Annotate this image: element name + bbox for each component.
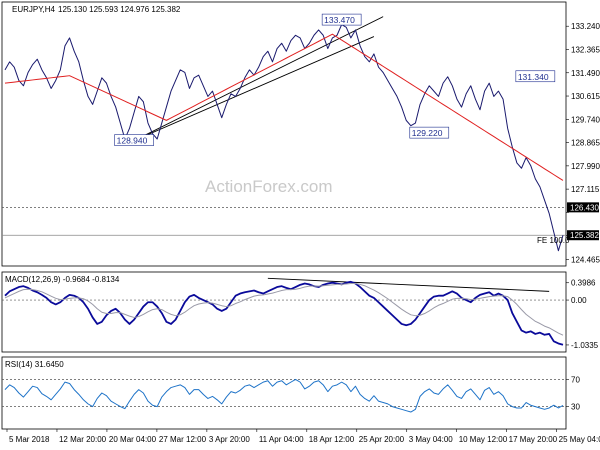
y-tick-label-0-3: 130.615 <box>571 92 600 101</box>
x-tick-label-6: 18 Apr 12:00 <box>309 435 355 444</box>
y-tick-label-0-10: 124.465 <box>571 256 600 265</box>
annotation-label-3: 131.340 <box>518 72 549 82</box>
y-tick-label-1-2: -1.0335 <box>571 341 599 350</box>
y-tick-label-0-6: 127.990 <box>571 162 600 171</box>
y-tick-label-2-1: 30 <box>571 403 580 412</box>
x-tick-label-10: 17 May 20:00 <box>509 435 558 444</box>
watermark-text: ActionForex.com <box>205 177 333 196</box>
x-tick-label-1: 12 Mar 20:00 <box>59 435 107 444</box>
annotation-label-1: 128.940 <box>117 136 148 146</box>
y-tick-label-0-0: 133.240 <box>571 22 600 31</box>
x-tick-label-3: 27 Mar 12:00 <box>159 435 207 444</box>
macd-header: MACD(12,26,9) -0.9684 -0.8134 <box>5 275 120 284</box>
annotation-label-2: 129.220 <box>412 128 443 138</box>
x-tick-label-0: 5 Mar 2018 <box>9 435 50 444</box>
annotation-label-4: FE 100.0 <box>537 236 570 245</box>
chart-svg: ActionForex.com 126.430 125.382 133.240 132… <box>1 1 600 444</box>
x-tick-label-11: 25 May 04:00 <box>559 435 600 444</box>
rsi-header: RSI(14) 31.6450 <box>5 360 64 369</box>
x-tick-label-7: 25 Apr 20:00 <box>359 435 405 444</box>
price-panel-frame <box>1 1 567 267</box>
x-tick-label-8: 3 May 04:00 <box>409 435 454 444</box>
y-tick-label-0-2: 131.490 <box>571 69 600 78</box>
y-tick-label-1-0: 0.3986 <box>571 279 596 288</box>
price-box-label-0: 126.430 <box>570 203 599 212</box>
y-tick-label-0-4: 129.740 <box>571 115 600 124</box>
y-tick-label-0-5: 128.865 <box>571 139 600 148</box>
y-tick-label-0-7: 127.115 <box>571 185 600 194</box>
x-tick-label-4: 3 Apr 20:00 <box>209 435 250 444</box>
y-tick-label-0-1: 132.365 <box>571 45 600 54</box>
price-header-symbol: EURJPY,H4 <box>12 5 56 14</box>
price-box-label-1: 125.382 <box>570 231 599 240</box>
y-tick-label-2-0: 70 <box>571 375 580 384</box>
x-tick-label-5: 11 Apr 04:00 <box>259 435 304 444</box>
rsi-panel-frame <box>1 356 567 430</box>
price-header-values: 125.130 125.593 124.976 125.382 <box>58 5 181 14</box>
x-tick-label-2: 20 Mar 04:00 <box>109 435 157 444</box>
x-tick-label-9: 10 May 12:00 <box>459 435 508 444</box>
x-axis: 5 Mar 2018 12 Mar 20:00 20 Mar 04:00 27 Mar… <box>6 429 600 444</box>
y-tick-label-1-1: 0.00 <box>571 296 587 305</box>
macd-panel-frame <box>1 271 567 353</box>
annotation-label-0: 133.470 <box>324 15 355 25</box>
